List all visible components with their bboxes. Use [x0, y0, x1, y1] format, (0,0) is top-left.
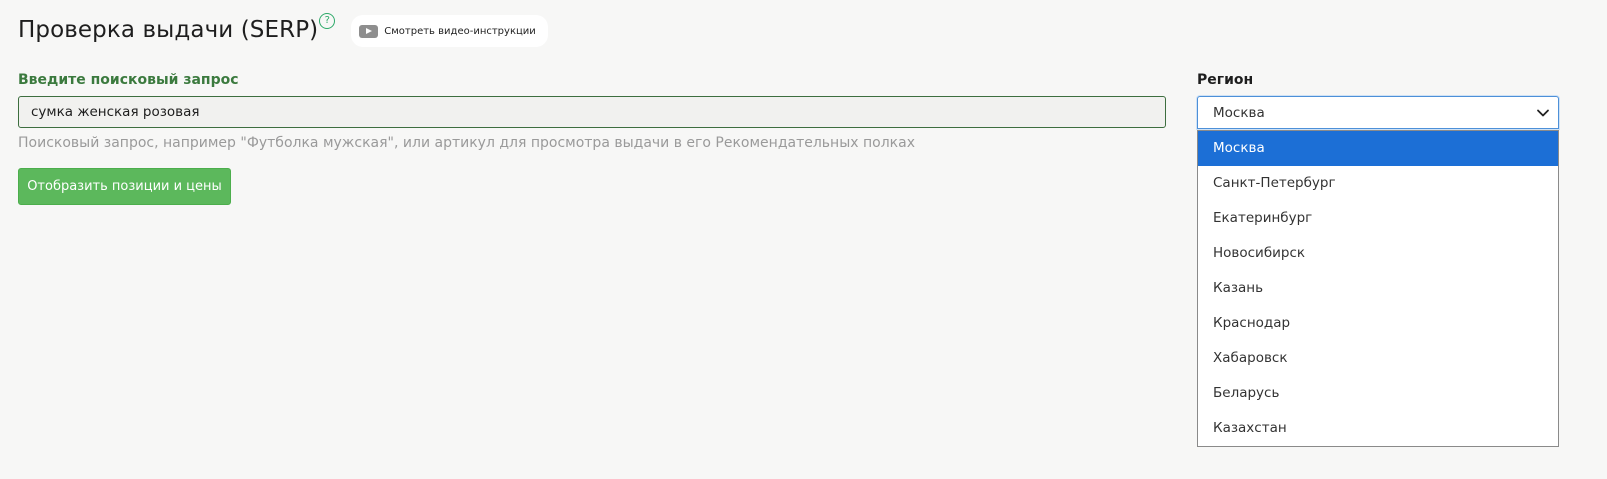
region-option[interactable]: Казахстан: [1198, 411, 1558, 446]
region-option[interactable]: Санкт-Петербург: [1198, 166, 1558, 201]
page-header: Проверка выдачи (SERP) ? Смотреть видео-…: [18, 10, 548, 50]
search-label: Введите поисковый запрос: [18, 72, 239, 88]
region-option[interactable]: Екатеринбург: [1198, 201, 1558, 236]
search-input[interactable]: [18, 96, 1166, 128]
play-icon: [359, 24, 379, 38]
region-option[interactable]: Москва: [1198, 131, 1558, 166]
show-positions-button[interactable]: Отобразить позиции и цены: [18, 168, 231, 205]
region-select-value: Москва: [1213, 105, 1265, 121]
region-label: Регион: [1197, 72, 1254, 88]
search-hint: Поисковый запрос, например "Футболка муж…: [18, 135, 915, 151]
page-title: Проверка выдачи (SERP): [18, 17, 319, 43]
region-option[interactable]: Хабаровск: [1198, 341, 1558, 376]
region-select[interactable]: Москва: [1197, 96, 1559, 129]
help-icon[interactable]: ?: [319, 13, 336, 29]
video-instructions-label: Смотреть видео-инструкции: [384, 25, 536, 37]
region-option[interactable]: Краснодар: [1198, 306, 1558, 341]
chevron-down-icon: [1537, 109, 1549, 117]
region-option[interactable]: Казань: [1198, 271, 1558, 306]
region-option[interactable]: Беларусь: [1198, 376, 1558, 411]
video-instructions-button[interactable]: Смотреть видео-инструкции: [351, 15, 548, 47]
region-option[interactable]: Новосибирск: [1198, 236, 1558, 271]
region-dropdown-list: Москва Санкт-Петербург Екатеринбург Ново…: [1197, 130, 1559, 447]
